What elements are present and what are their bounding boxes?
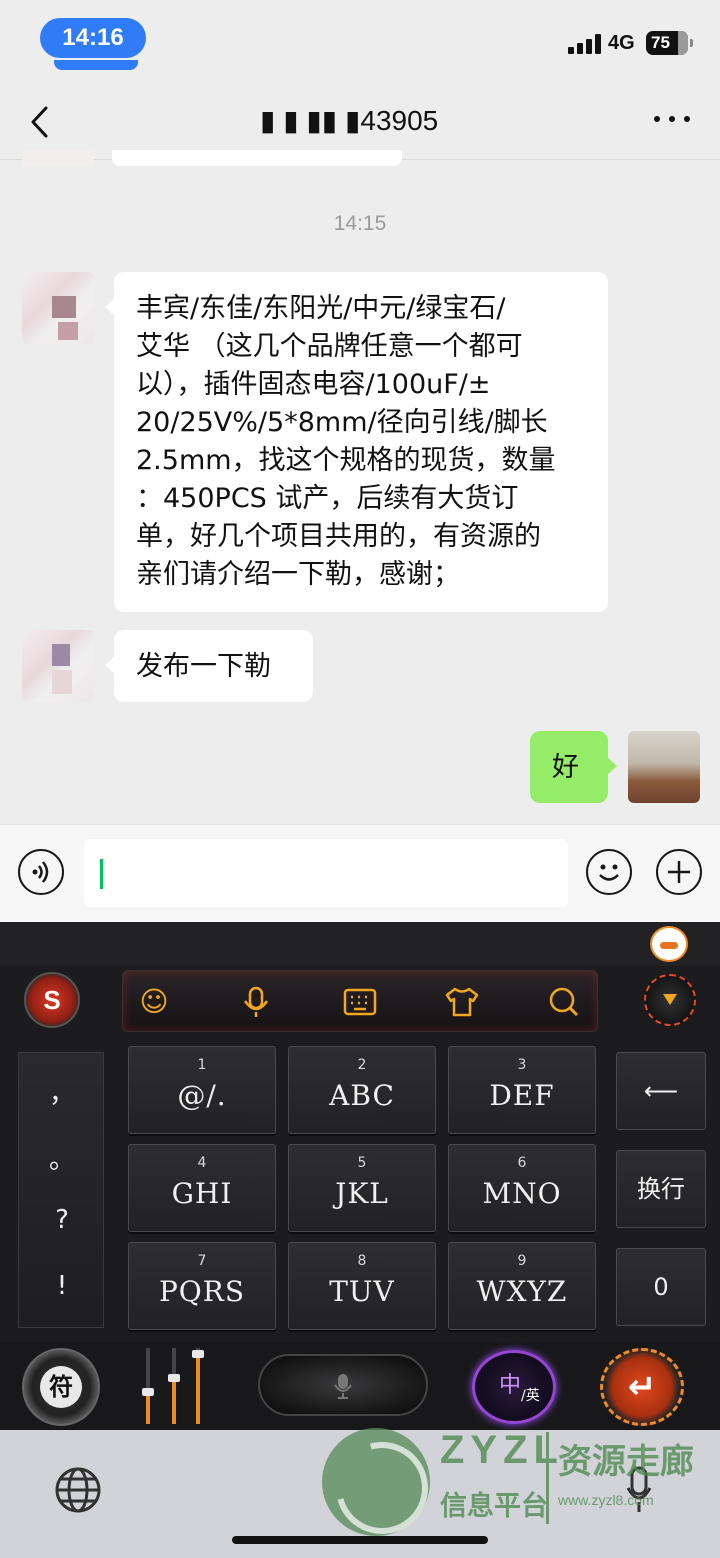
keyboard: S ☺ ， 。 ? ! 1 @/. 2 ABC 3 DEF 4 GHI 5 JKL 6 MN… — [0, 922, 720, 1430]
message-timestamp: 14:15 — [333, 212, 387, 235]
key-letters: @/. — [177, 1079, 227, 1112]
key-7[interactable]: 7 PQRS — [128, 1242, 276, 1330]
back-arrow-icon[interactable] — [26, 104, 56, 140]
punct-period[interactable]: 。 — [19, 1139, 105, 1176]
punct-comma[interactable]: ， — [19, 1073, 105, 1110]
keyboard-top-strip — [0, 922, 720, 966]
my-message-bubble[interactable]: 好 — [530, 731, 617, 803]
emoji-icon[interactable] — [586, 849, 632, 895]
key-8[interactable]: 8 TUV — [288, 1242, 436, 1330]
punct-question[interactable]: ? — [19, 1205, 105, 1235]
microphone-icon — [334, 1374, 352, 1399]
battery-level: 75 — [651, 33, 670, 52]
key-letters: ABC — [329, 1079, 395, 1112]
key-number: 5 — [357, 1155, 367, 1171]
key-letters: PQRS — [158, 1275, 246, 1308]
backspace-key[interactable]: ⟵ — [616, 1052, 706, 1130]
contact-avatar[interactable] — [22, 272, 94, 344]
slider-3[interactable] — [192, 1348, 204, 1424]
message-bubble[interactable]: 丰宾/东佳/东阳光/中元/绿宝石/ 艾华 （这几个品牌任意一个都可 以），插件固… — [105, 272, 608, 612]
key-number: 1 — [197, 1057, 207, 1073]
home-indicator[interactable] — [232, 1536, 488, 1544]
enter-key[interactable]: ↵ — [600, 1348, 684, 1426]
mascot-icon[interactable] — [650, 926, 688, 962]
key-letters: GHI — [171, 1177, 233, 1210]
message-line: 2.5mm，找这个规格的现货，数量 — [136, 445, 556, 476]
watermark-url: www.zyzl8.com — [558, 1492, 654, 1508]
contact-avatar[interactable] — [22, 630, 94, 702]
slider-1[interactable] — [142, 1348, 154, 1424]
message-line: 20/25V%/5*8mm/径向引线/脚长 — [136, 407, 548, 438]
key-letters: DEF — [489, 1079, 555, 1112]
language-switch-button[interactable]: 中 /英 — [472, 1350, 556, 1424]
key-number: 9 — [517, 1253, 527, 1269]
lang-en-label: /英 — [521, 1388, 540, 1404]
key-4[interactable]: 4 GHI — [128, 1144, 276, 1232]
sogou-logo-button[interactable]: S — [24, 972, 80, 1028]
watermark-sub: 信息平台 — [440, 1491, 548, 1522]
voice-input-icon[interactable] — [18, 849, 64, 895]
slider-2[interactable] — [168, 1348, 180, 1424]
zero-key[interactable]: 0 — [616, 1248, 706, 1326]
key-3[interactable]: 3 DEF — [448, 1046, 596, 1134]
key-1[interactable]: 1 @/. — [128, 1046, 276, 1134]
search-icon[interactable] — [545, 983, 583, 1021]
keyboard-bottom-row: 符 中 /英 ↵ — [0, 1342, 720, 1430]
message-line: 单，好几个项目共用的，有资源的 — [136, 521, 541, 552]
key-number: 6 — [517, 1155, 527, 1171]
my-avatar[interactable] — [628, 731, 700, 803]
more-options-icon[interactable] — [654, 114, 690, 124]
key-letters: JKL — [335, 1177, 389, 1210]
punct-exclaim[interactable]: ! — [19, 1271, 105, 1301]
collapse-keyboard-icon[interactable] — [644, 974, 696, 1026]
message-input[interactable] — [84, 839, 568, 907]
input-bar — [0, 824, 720, 922]
punctuation-panel: ， 。 ? ! — [18, 1052, 104, 1328]
globe-icon[interactable] — [54, 1466, 102, 1514]
key-letters: TUV — [329, 1275, 395, 1308]
message-line: ：450PCS 试产，后续有大货订 — [136, 483, 519, 514]
emoji-icon[interactable]: ☺ — [135, 983, 173, 1021]
network-type: 4G — [608, 32, 635, 54]
watermark: ZYZL 资源走廊 信息平台 www.zyzl8.com — [322, 1426, 712, 1536]
watermark-cn: 资源走廊 — [558, 1442, 694, 1482]
key-letters: WXYZ — [476, 1275, 568, 1308]
battery-icon: 75 — [646, 31, 693, 55]
chat-header: ▮ ▮ ▮▮ ▮43905 — [0, 80, 720, 160]
previous-message-bubble — [112, 150, 402, 166]
keyboard-layout-icon[interactable] — [341, 983, 379, 1021]
key-letters: MNO — [482, 1177, 562, 1210]
newline-key[interactable]: 换行 — [616, 1150, 706, 1228]
previous-avatar — [22, 150, 94, 166]
key-6[interactable]: 6 MNO — [448, 1144, 596, 1232]
key-number: 4 — [197, 1155, 207, 1171]
key-number: 3 — [517, 1057, 527, 1073]
key-2[interactable]: 2 ABC — [288, 1046, 436, 1134]
key-number: 2 — [357, 1057, 367, 1073]
skin-shirt-icon[interactable] — [443, 983, 481, 1021]
microphone-icon[interactable] — [237, 983, 275, 1021]
chat-title: ▮ ▮ ▮▮ ▮43905 — [260, 105, 439, 136]
symbols-label: 符 — [40, 1366, 82, 1408]
add-attachment-icon[interactable] — [656, 849, 702, 895]
key-number: 7 — [197, 1253, 207, 1269]
space-key[interactable] — [258, 1354, 428, 1416]
key-number: 8 — [357, 1253, 367, 1269]
cellular-signal-icon — [568, 34, 602, 54]
message-line: 亲们请介绍一下勒，感谢； — [136, 559, 460, 590]
message-line: 以），插件固态电容/100uF/± — [136, 369, 491, 400]
keyboard-toolbar: ☺ — [122, 970, 598, 1032]
status-time: 14:16 — [40, 18, 146, 70]
message-line: 艾华 （这几个品牌任意一个都可 — [136, 331, 523, 362]
lang-zh-label: 中 — [499, 1373, 522, 1398]
message-bubble[interactable]: 发布一下勒 — [105, 630, 313, 702]
symbols-button[interactable]: 符 — [22, 1348, 100, 1426]
key-9[interactable]: 9 WXYZ — [448, 1242, 596, 1330]
watermark-logo — [322, 1428, 430, 1536]
key-5[interactable]: 5 JKL — [288, 1144, 436, 1232]
text-caret — [100, 859, 103, 889]
message-line: 丰宾/东佳/东阳光/中元/绿宝石/ — [136, 293, 506, 324]
status-bar: 14:16 4G 75 — [0, 0, 720, 80]
